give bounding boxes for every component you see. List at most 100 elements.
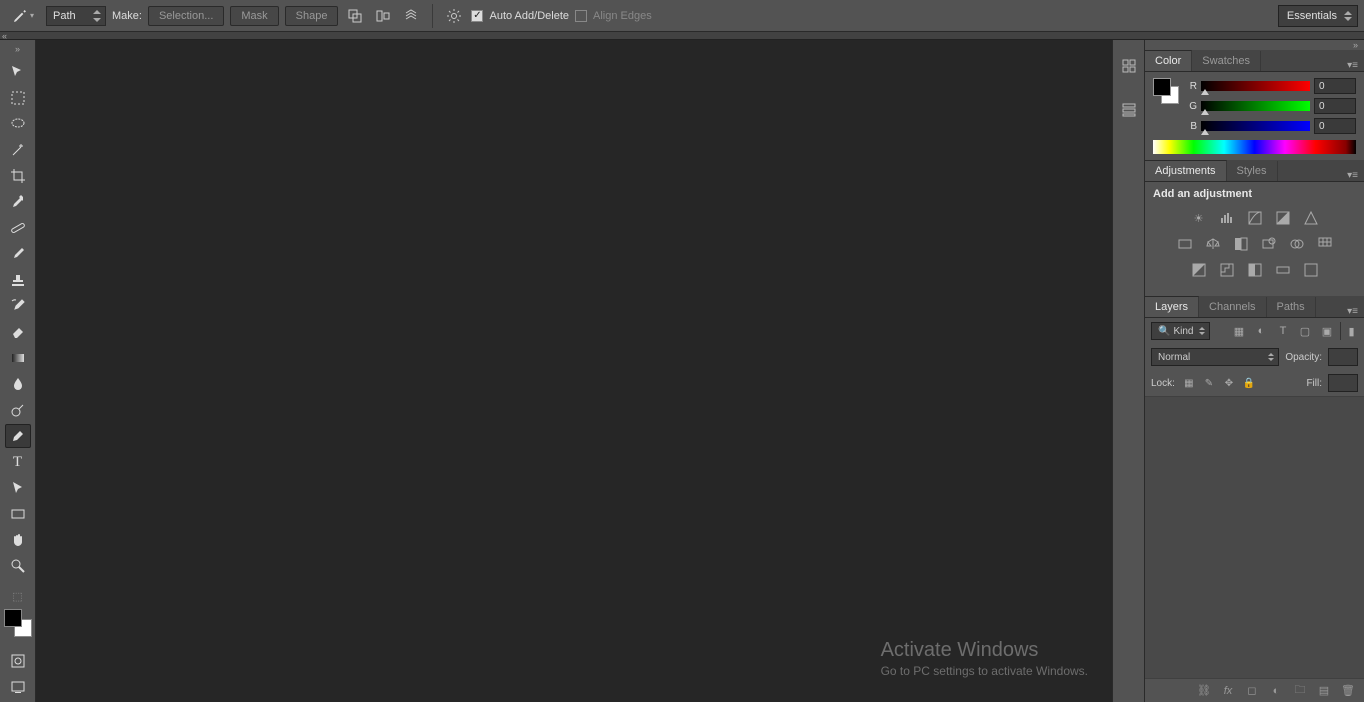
new-group-icon[interactable]: 🗀: [1292, 683, 1308, 699]
path-mode-dropdown[interactable]: Path: [46, 6, 106, 26]
auto-add-delete-checkbox[interactable]: ✓: [471, 10, 483, 22]
screen-mode-toggle[interactable]: [5, 675, 31, 699]
zoom-tool[interactable]: [5, 554, 31, 578]
tab-paths[interactable]: Paths: [1267, 297, 1316, 317]
link-layers-icon[interactable]: ⛓: [1196, 683, 1212, 699]
tool-preset-picker[interactable]: ▾: [6, 3, 40, 29]
photo-filter-adj[interactable]: [1258, 234, 1280, 254]
filter-toggle[interactable]: ▮: [1340, 322, 1358, 340]
tab-channels[interactable]: Channels: [1199, 297, 1266, 317]
gear-button[interactable]: [443, 5, 465, 27]
properties-panel-icon[interactable]: [1117, 98, 1141, 122]
lasso-tool[interactable]: [5, 112, 31, 136]
filter-shape-icon[interactable]: ▢: [1296, 322, 1314, 340]
panel-collapse-arrows[interactable]: »: [1145, 40, 1364, 50]
selective-color-adj[interactable]: [1300, 260, 1322, 280]
channel-mixer-adj[interactable]: [1286, 234, 1308, 254]
layer-mask-icon[interactable]: ◻: [1244, 683, 1260, 699]
g-slider[interactable]: [1201, 101, 1310, 111]
eyedropper-tool[interactable]: [5, 190, 31, 214]
gradient-map-adj[interactable]: [1272, 260, 1294, 280]
lock-pixels-icon[interactable]: ✎: [1201, 375, 1217, 391]
align-edges-checkbox[interactable]: [575, 10, 587, 22]
filter-smart-icon[interactable]: ▣: [1318, 322, 1336, 340]
posterize-adj[interactable]: [1216, 260, 1238, 280]
color-spectrum[interactable]: [1153, 140, 1356, 154]
layers-panel-menu[interactable]: ▾≡: [1341, 306, 1364, 317]
marquee-tool[interactable]: [5, 86, 31, 110]
levels-adj[interactable]: [1216, 208, 1238, 228]
lock-all-icon[interactable]: 🔒: [1241, 375, 1257, 391]
new-adjustment-layer-icon[interactable]: ◐: [1268, 683, 1284, 699]
hand-tool[interactable]: [5, 528, 31, 552]
path-selection-tool[interactable]: [5, 476, 31, 500]
color-balance-adj[interactable]: [1202, 234, 1224, 254]
curves-adj[interactable]: [1244, 208, 1266, 228]
path-arrangement-button[interactable]: [400, 5, 422, 27]
new-layer-icon[interactable]: ▤: [1316, 683, 1332, 699]
filter-adjustment-icon[interactable]: ◐: [1252, 322, 1270, 340]
opacity-dropdown[interactable]: [1328, 348, 1358, 366]
history-brush-tool[interactable]: [5, 294, 31, 318]
layer-filter-kind[interactable]: 🔍Kind: [1151, 322, 1210, 340]
black-white-adj[interactable]: [1230, 234, 1252, 254]
b-value[interactable]: 0: [1314, 118, 1356, 134]
fill-dropdown[interactable]: [1328, 374, 1358, 392]
pen-tool[interactable]: [5, 424, 31, 448]
brightness-contrast-adj[interactable]: ☀: [1188, 208, 1210, 228]
r-value[interactable]: 0: [1314, 78, 1356, 94]
adjustments-panel-menu[interactable]: ▾≡: [1341, 170, 1364, 181]
make-selection-button[interactable]: Selection...: [148, 6, 224, 26]
color-lookup-adj[interactable]: [1314, 234, 1336, 254]
clone-stamp-tool[interactable]: [5, 268, 31, 292]
quick-selection-tool[interactable]: [5, 138, 31, 162]
filter-type-icon[interactable]: T: [1274, 322, 1292, 340]
lock-position-icon[interactable]: ✥: [1221, 375, 1237, 391]
vibrance-adj[interactable]: [1300, 208, 1322, 228]
crop-tool[interactable]: [5, 164, 31, 188]
dodge-tool[interactable]: [5, 398, 31, 422]
r-slider[interactable]: [1201, 81, 1310, 91]
tab-color[interactable]: Color: [1145, 50, 1192, 71]
eraser-tool[interactable]: [5, 320, 31, 344]
history-panel-icon[interactable]: [1117, 54, 1141, 78]
path-alignment-button[interactable]: [372, 5, 394, 27]
type-tool[interactable]: T: [5, 450, 31, 474]
quick-mask-toggle[interactable]: [5, 649, 31, 673]
default-colors-icon[interactable]: ⬚: [12, 590, 22, 603]
hue-saturation-adj[interactable]: [1174, 234, 1196, 254]
path-operations-button[interactable]: [344, 5, 366, 27]
exposure-adj[interactable]: [1272, 208, 1294, 228]
foreground-color-swatch[interactable]: [4, 609, 22, 627]
blend-mode-dropdown[interactable]: Normal: [1151, 348, 1279, 366]
workspace-switcher[interactable]: Essentials: [1278, 5, 1358, 27]
tab-styles[interactable]: Styles: [1227, 161, 1278, 181]
foreground-background-colors[interactable]: [4, 609, 32, 637]
layer-fx-icon[interactable]: fx: [1220, 683, 1236, 699]
make-shape-button[interactable]: Shape: [285, 6, 339, 26]
move-tool[interactable]: [5, 60, 31, 84]
make-mask-button[interactable]: Mask: [230, 6, 278, 26]
invert-adj[interactable]: [1188, 260, 1210, 280]
threshold-adj[interactable]: [1244, 260, 1266, 280]
delete-layer-icon[interactable]: 🗑: [1340, 683, 1356, 699]
tab-adjustments[interactable]: Adjustments: [1145, 160, 1227, 181]
lock-transparency-icon[interactable]: ▦: [1181, 375, 1197, 391]
tools-collapse-arrows[interactable]: »: [15, 44, 20, 54]
gradient-tool[interactable]: [5, 346, 31, 370]
cp-foreground-swatch[interactable]: [1153, 78, 1171, 96]
canvas-area[interactable]: Activate Windows Go to PC settings to ac…: [36, 40, 1112, 702]
brush-tool[interactable]: [5, 242, 31, 266]
color-panel-menu[interactable]: ▾≡: [1341, 60, 1364, 71]
tab-scroll-arrows[interactable]: «: [0, 31, 7, 41]
healing-brush-tool[interactable]: [5, 216, 31, 240]
layer-list[interactable]: [1145, 397, 1364, 678]
tab-layers[interactable]: Layers: [1145, 296, 1199, 317]
rectangle-tool[interactable]: [5, 502, 31, 526]
blur-tool[interactable]: [5, 372, 31, 396]
tab-swatches[interactable]: Swatches: [1192, 51, 1261, 71]
filter-pixel-icon[interactable]: ▦: [1230, 322, 1248, 340]
b-slider[interactable]: [1201, 121, 1310, 131]
g-value[interactable]: 0: [1314, 98, 1356, 114]
color-panel-swatches[interactable]: [1153, 78, 1179, 104]
